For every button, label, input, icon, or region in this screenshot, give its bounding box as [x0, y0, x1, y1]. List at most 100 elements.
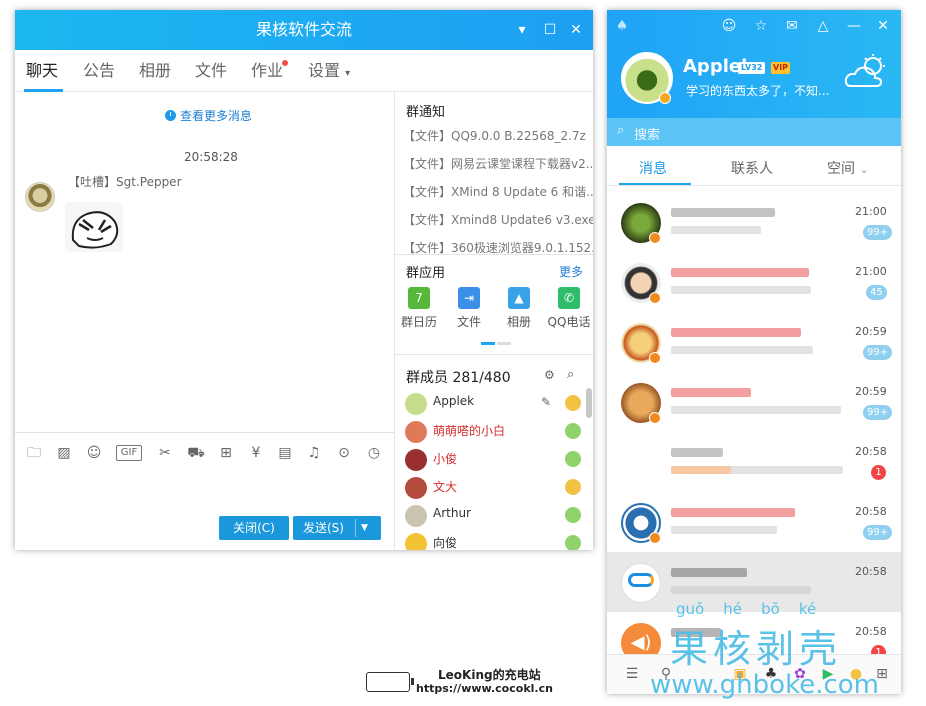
more-apps-link[interactable]: 更多 — [559, 263, 583, 280]
conversation-item[interactable]: 21:00 45 — [607, 252, 901, 312]
send-label: 发送(S) — [303, 521, 344, 535]
scissors-icon[interactable]: ✂ — [156, 445, 174, 461]
conversation-item[interactable]: 20:59 99+ — [607, 372, 901, 432]
member-name: Arthur — [433, 506, 471, 520]
red-packet-icon[interactable]: ¥ — [247, 445, 265, 461]
mail-icon[interactable]: ✉ — [783, 17, 801, 35]
conversation-title-blurred — [671, 508, 795, 517]
member-row[interactable]: Applek ✎ — [405, 390, 585, 418]
divider — [395, 354, 593, 355]
conversation-title-blurred — [671, 268, 809, 277]
tab-settings[interactable]: 设置 ▾ — [308, 60, 350, 85]
weather-icon[interactable] — [843, 52, 891, 92]
skin-icon[interactable]: ☺ — [720, 17, 738, 35]
app-box-icon[interactable]: △ — [814, 17, 832, 35]
search-icon: ⌕ — [617, 123, 625, 138]
close-window-button[interactable]: ✕ — [566, 20, 586, 40]
magic-icon[interactable]: ⛟ — [187, 445, 205, 461]
notice-item[interactable]: 【文件】网易云课堂课程下载器v2... — [403, 155, 593, 172]
maximize-button[interactable]: ☐ — [540, 20, 560, 40]
sticker-image[interactable] — [65, 202, 123, 252]
member-row[interactable]: 向俊 — [405, 530, 585, 550]
edit-icon[interactable]: ✎ — [541, 395, 551, 409]
title-bar[interactable]: 果核软件交流 ▾ ☐ ✕ — [15, 10, 593, 50]
chat-tabs: 聊天 公告 相册 文件 作业 设置 ▾ — [15, 50, 593, 92]
level-badge[interactable]: LV32 — [738, 62, 766, 74]
app-qq-call[interactable]: ✆ QQ电话 — [545, 287, 593, 330]
tab-messages[interactable]: 消息 — [639, 158, 667, 178]
image-icon[interactable]: ▨ — [55, 445, 73, 461]
conversation-title-blurred — [671, 328, 801, 337]
file-icon: ⇥ — [458, 287, 480, 309]
dropdown-icon[interactable]: ▾ — [512, 20, 532, 40]
unread-badge: 99+ — [863, 225, 893, 240]
member-settings-icon[interactable]: ⚙ — [544, 368, 558, 382]
bell-icon[interactable]: ♫ — [305, 445, 323, 461]
scrollbar[interactable] — [586, 388, 592, 418]
history-icon[interactable]: ◷ — [365, 445, 383, 461]
notice-item[interactable]: 【文件】QQ9.0.0 B.22568_2.7z — [403, 127, 586, 144]
conversation-item[interactable]: 21:00 99+ — [607, 192, 901, 252]
sender-name[interactable]: 【吐槽】Sgt.Pepper — [68, 173, 182, 190]
member-row[interactable]: 文大 — [405, 474, 585, 502]
avatar — [405, 533, 427, 550]
app-files[interactable]: ⇥ 文件 — [449, 287, 489, 330]
member-name: 萌萌嗒的小白 — [433, 424, 506, 438]
gift-icon[interactable]: ⊞ — [217, 445, 235, 461]
conversation-title-blurred — [671, 568, 747, 577]
avatar[interactable] — [25, 182, 55, 212]
conversation-preview-blurred — [671, 406, 841, 414]
gif-icon[interactable]: GIF — [116, 445, 142, 461]
status-icon[interactable] — [659, 92, 671, 104]
tab-space[interactable]: 空间 ⌄ — [827, 158, 869, 178]
conversation-preview-blurred — [671, 466, 843, 474]
admin-icon — [565, 479, 581, 495]
app-album[interactable]: ▲ 相册 — [499, 287, 539, 330]
conversation-preview-blurred — [671, 526, 777, 534]
notice-item[interactable]: 【文件】Xmind8 Update6 v3.exe — [403, 211, 593, 228]
member-row[interactable]: 小俊 — [405, 446, 585, 474]
signature[interactable]: 学习的东西太多了，不知... — [686, 82, 829, 99]
tab-contacts[interactable]: 联系人 — [731, 158, 773, 178]
avatar — [405, 393, 427, 415]
unread-badge: 99+ — [863, 405, 893, 420]
send-options-arrow-icon[interactable]: ▼ — [361, 516, 368, 540]
message-area[interactable]: 查看更多消息 20:58:28 【吐槽】Sgt.Pepper — [15, 92, 394, 432]
search-bar[interactable]: ⌕ 搜索 — [607, 118, 901, 146]
watermark-pinyin: guǒ hé bō ké — [676, 600, 817, 618]
send-button[interactable]: 发送(S) ▼ — [293, 516, 381, 540]
star-icon[interactable]: ☆ — [752, 17, 770, 35]
tab-homework[interactable]: 作业 — [251, 60, 283, 82]
more-icon[interactable]: ⊙ — [335, 445, 353, 461]
member-role-icon — [565, 423, 581, 439]
conversation-item[interactable]: 20:58 99+ — [607, 492, 901, 552]
minimize-icon[interactable]: — — [845, 17, 863, 35]
emoji-icon[interactable]: ☺ — [85, 445, 103, 461]
view-more-messages-link[interactable]: 查看更多消息 — [165, 107, 252, 124]
member-row[interactable]: 萌萌嗒的小白 — [405, 418, 585, 446]
chevron-down-icon: ▾ — [345, 68, 351, 79]
close-icon[interactable]: ✕ — [874, 17, 892, 35]
close-button[interactable]: 关闭(C) — [219, 516, 289, 540]
tab-chat[interactable]: 聊天 — [26, 60, 58, 82]
tab-announcement[interactable]: 公告 — [83, 60, 115, 82]
folder-icon[interactable]: 🗀 — [25, 445, 43, 461]
member-row[interactable]: Arthur — [405, 502, 585, 530]
unread-badge: 45 — [866, 285, 887, 300]
tab-files[interactable]: 文件 — [195, 60, 227, 82]
vip-badge[interactable]: VIP — [771, 62, 791, 74]
member-name: 小俊 — [433, 452, 458, 466]
notice-item[interactable]: 【文件】XMind 8 Update 6 和谐... — [403, 183, 593, 200]
conversation-time: 20:58 — [855, 445, 887, 458]
conversation-item[interactable]: 20:58 1 — [607, 432, 901, 492]
tab-album[interactable]: 相册 — [139, 60, 171, 82]
avatar — [621, 563, 661, 603]
menu-icon[interactable]: ☰ — [623, 665, 641, 683]
group-icon — [649, 412, 661, 424]
avatar — [405, 505, 427, 527]
search-input[interactable]: 搜索 — [634, 124, 660, 143]
calendar-icon[interactable]: ▤ — [276, 445, 294, 461]
conversation-item[interactable]: 20:59 99+ — [607, 312, 901, 372]
app-calendar[interactable]: 7 群日历 — [399, 287, 439, 330]
search-icon[interactable]: ⌕ — [567, 367, 581, 382]
